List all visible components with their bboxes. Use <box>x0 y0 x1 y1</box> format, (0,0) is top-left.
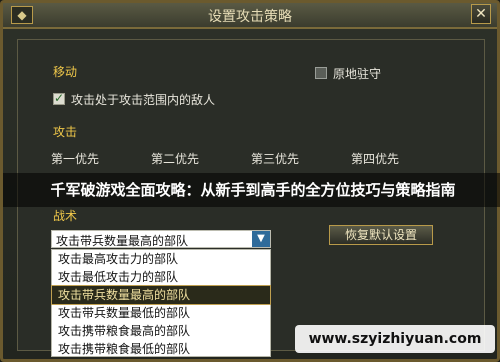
priority-fourth[interactable]: 第四优先 <box>351 150 399 167</box>
tactics-option[interactable]: 攻击最低攻击力的部队 <box>52 268 270 286</box>
priority-second[interactable]: 第二优先 <box>151 150 199 167</box>
tactics-select[interactable]: 攻击带兵数量最高的部队 ▼ <box>51 230 271 248</box>
window-title: 设置攻击策略 <box>208 9 292 25</box>
watermark: www.szyizhiyuan.com <box>295 325 495 353</box>
stay-put-checkbox[interactable] <box>315 67 327 79</box>
tactics-dropdown-list: 攻击最高攻击力的部队 攻击最低攻击力的部队 攻击带兵数量最高的部队 攻击带兵数量… <box>51 249 271 357</box>
tactics-section-label: 战术 <box>53 209 78 223</box>
overlay-banner: 千军破游戏全面攻略：从新手到高手的全方位技巧与策略指南 <box>3 173 500 207</box>
title-bar[interactable]: ◆ 设置攻击策略 ✕ <box>3 3 497 29</box>
movement-section-label: 移动 <box>53 65 78 79</box>
tactics-option[interactable]: 攻击带兵数量最低的部队 <box>52 304 270 322</box>
priority-third[interactable]: 第三优先 <box>251 150 299 167</box>
attack-in-range-label: 攻击处于攻击范围内的敌人 <box>71 93 216 107</box>
priority-first[interactable]: 第一优先 <box>51 150 99 167</box>
tactics-option[interactable]: 攻击携带粮食最低的部队 <box>52 340 270 358</box>
tactics-selected-value: 攻击带兵数量最高的部队 <box>56 234 189 248</box>
chevron-down-icon[interactable]: ▼ <box>252 231 270 247</box>
attack-strategy-window: ◆ 设置攻击策略 ✕ 移动 原地驻守 攻击处于攻击范围内的敌人 攻击 第一优先 … <box>0 0 500 362</box>
close-icon: ✕ <box>475 6 487 22</box>
tactics-option-selected[interactable]: 攻击带兵数量最高的部队 <box>51 285 271 305</box>
attack-in-range-checkbox[interactable] <box>53 91 65 105</box>
stay-put-label: 原地驻守 <box>333 67 382 81</box>
attack-section-label: 攻击 <box>53 125 78 139</box>
tactics-option[interactable]: 攻击携带粮食最高的部队 <box>52 322 270 340</box>
restore-default-button[interactable]: 恢复默认设置 <box>329 225 433 245</box>
close-button[interactable]: ✕ <box>471 4 491 24</box>
tactics-option[interactable]: 攻击最高攻击力的部队 <box>52 250 270 268</box>
